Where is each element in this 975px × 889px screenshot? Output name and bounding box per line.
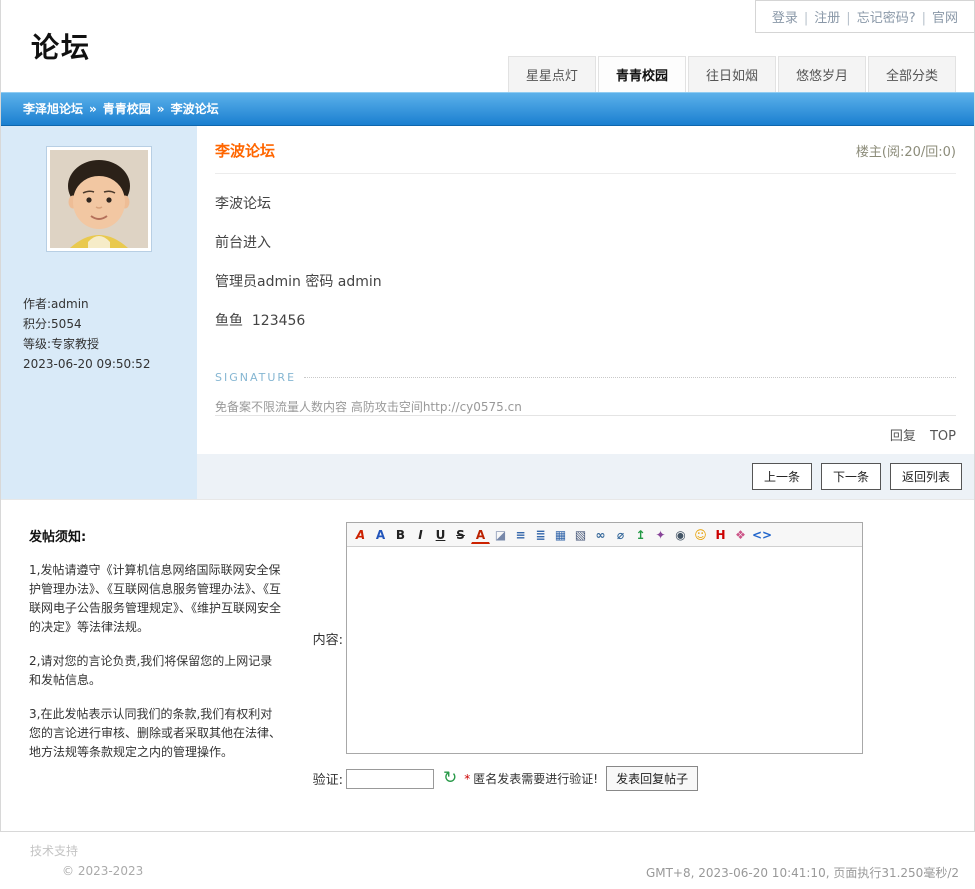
signature-label: SIGNATURE	[215, 371, 297, 384]
signature-text: 免备案不限流量人数内容 高防攻击空间http://cy0575.cn	[215, 400, 522, 414]
list-icon[interactable]: ≣	[531, 525, 550, 544]
sidebar-strip	[1, 454, 197, 499]
author-level: 等级:专家教授	[23, 337, 100, 351]
spellcheck-icon[interactable]: A	[351, 525, 370, 544]
tab-all-categories[interactable]: 全部分类	[867, 56, 956, 92]
post-body: 李波论坛 前台进入 管理员admin 密码 admin 鱼鱼 123456	[215, 174, 956, 349]
post-container: 作者:admin 积分:5054 等级:专家教授 2023-06-20 09:5…	[1, 126, 974, 500]
palette-icon[interactable]: ❖	[731, 525, 750, 544]
breadcrumb-separator: »	[156, 102, 165, 116]
back-to-list-button[interactable]: 返回列表	[889, 463, 962, 490]
strikethrough-icon[interactable]: S	[451, 525, 470, 544]
notice-title: 发帖须知:	[29, 530, 87, 545]
code-icon[interactable]: <>	[751, 525, 772, 544]
align-icon[interactable]: ≡	[511, 525, 530, 544]
upload-icon[interactable]: ↥	[631, 525, 650, 544]
post-body-line: 鱼鱼 123456	[215, 313, 306, 329]
post-meta: 楼主(阅:20/回:0)	[855, 145, 956, 160]
notice-paragraph: 1,发帖请遵守《计算机信息网络国际联网安全保护管理办法》、《互联网信息服务管理办…	[29, 563, 282, 634]
avatar-image	[50, 150, 148, 248]
tab-qingqing-xiaoyuan[interactable]: 青青校园	[597, 56, 686, 92]
posting-notice: 发帖须知: 1,发帖请遵守《计算机信息网络国际联网安全保护管理办法》、《互联网信…	[1, 518, 293, 791]
required-star: *	[464, 772, 471, 786]
underline-icon[interactable]: U	[431, 525, 450, 544]
breadcrumb-root-link[interactable]: 李泽旭论坛	[23, 102, 83, 116]
post-body-line: 李波论坛	[215, 196, 271, 212]
italic-icon[interactable]: I	[411, 525, 430, 544]
links-separator: |	[921, 11, 926, 26]
site-title: 论坛	[31, 31, 92, 64]
author-points: 积分:5054	[23, 317, 82, 331]
captcha-label: 验证:	[312, 773, 343, 788]
prev-post-button[interactable]: 上一条	[751, 463, 812, 490]
page-frame: 登录 | 注册 | 忘记密码? | 官网 论坛 星星点灯 青青校园 往日如烟 悠悠岁月 全部…	[0, 0, 975, 832]
copyright-text: © 2023-2023	[62, 864, 144, 878]
author-name: 作者:admin	[23, 297, 89, 311]
breadcrumb-section-link[interactable]: 青青校园	[103, 102, 151, 116]
breadcrumb: 李泽旭论坛 » 青青校园 » 李波论坛	[1, 92, 974, 126]
post-body-line: 前台进入	[215, 235, 271, 251]
forgot-password-link[interactable]: 忘记密码?	[857, 11, 916, 26]
pager-row: 上一条 下一条 返回列表	[1, 454, 974, 499]
post-content: 李波论坛 楼主(阅:20/回:0) 李波论坛 前台进入 管理员admin 密码 …	[197, 126, 974, 454]
post-body-line: 管理员admin 密码 admin	[215, 274, 382, 290]
post-actions: 回复 TOP	[215, 415, 956, 444]
login-link[interactable]: 登录	[772, 11, 798, 26]
link-icon[interactable]: ∞	[591, 525, 610, 544]
smiley-icon[interactable]: ☺	[691, 525, 710, 544]
media-icon[interactable]: ◉	[671, 525, 690, 544]
reply-form: 内容: A A B I U S A ◪ ≡ ≣ ▦ ▧ ∞ ⌀ ↥ ✦ ◉ ☺ …	[293, 518, 974, 791]
signature-dotted-line	[304, 377, 956, 378]
links-separator: |	[803, 11, 809, 26]
next-post-button[interactable]: 下一条	[820, 463, 881, 490]
submit-reply-button[interactable]: 发表回复帖子	[606, 766, 699, 791]
notice-paragraph: 3,在此发帖表示认同我们的条款,我们有权利对您的言论进行审核、删除或者采取其他在…	[29, 707, 282, 759]
post-date: 2023-06-20 09:50:52	[23, 357, 151, 371]
captcha-row: 验证: ↻ * 匿名发表需要进行验证! 发表回复帖子	[293, 766, 974, 791]
breadcrumb-separator: »	[89, 102, 97, 116]
font-color-icon[interactable]: A	[471, 525, 490, 544]
tab-xingxing-diandeng[interactable]: 星星点灯	[507, 56, 596, 92]
bold-icon[interactable]: B	[391, 525, 410, 544]
author-info: 作者:admin 积分:5054 等级:专家教授 2023-06-20 09:5…	[23, 294, 197, 374]
content-label: 内容:	[312, 632, 343, 648]
captcha-input[interactable]	[346, 768, 434, 789]
links-separator: |	[846, 11, 851, 26]
breadcrumb-current: 李波论坛	[170, 102, 219, 116]
author-sidebar: 作者:admin 积分:5054 等级:专家教授 2023-06-20 09:5…	[1, 126, 197, 454]
flash-icon[interactable]: ✦	[651, 525, 670, 544]
tech-support-text: 技术支持	[30, 844, 79, 858]
image-icon[interactable]: ▧	[571, 525, 590, 544]
captcha-refresh-icon[interactable]: ↻	[443, 770, 457, 787]
page-footer: 技术支持 © 2023-2023 GMT+8, 2023-06-20 10:41…	[0, 832, 975, 881]
register-link[interactable]: 注册	[814, 11, 840, 26]
post-title: 李波论坛	[215, 142, 276, 160]
server-time-info: GMT+8, 2023-06-20 10:41:10, 页面执行31.250毫秒…	[645, 866, 959, 880]
signature-divider: SIGNATURE	[215, 371, 956, 384]
html-icon[interactable]: H	[711, 525, 730, 544]
table-icon[interactable]: ▦	[551, 525, 570, 544]
account-links: 登录 | 注册 | 忘记密码? | 官网	[754, 0, 975, 33]
reply-section: 发帖须知: 1,发帖请遵守《计算机信息网络国际联网安全保护管理办法》、《互联网信…	[1, 500, 974, 831]
official-site-link[interactable]: 官网	[932, 11, 958, 26]
reply-link[interactable]: 回复	[890, 429, 916, 444]
category-tabs: 星星点灯 青青校园 往日如烟 悠悠岁月 全部分类	[506, 56, 956, 92]
reply-content-input[interactable]	[347, 547, 862, 753]
captcha-hint: * 匿名发表需要进行验证!	[464, 770, 598, 787]
avatar	[46, 146, 152, 252]
top-link[interactable]: TOP	[930, 429, 956, 444]
captcha-hint-text: 匿名发表需要进行验证!	[473, 772, 599, 786]
eraser-icon[interactable]: ◪	[491, 525, 510, 544]
font-icon[interactable]: A	[371, 525, 390, 544]
tab-wangri-ruyan[interactable]: 往日如烟	[687, 56, 776, 92]
tab-youyou-suiyue[interactable]: 悠悠岁月	[777, 56, 866, 92]
editor-toolbar: A A B I U S A ◪ ≡ ≣ ▦ ▧ ∞ ⌀ ↥ ✦ ◉ ☺ H ❖ …	[347, 523, 862, 547]
notice-paragraph: 2,请对您的言论负责,我们将保留您的上网记录和发帖信息。	[29, 654, 273, 687]
rich-text-editor: A A B I U S A ◪ ≡ ≣ ▦ ▧ ∞ ⌀ ↥ ✦ ◉ ☺ H ❖ …	[346, 522, 863, 754]
unlink-icon[interactable]: ⌀	[611, 525, 630, 544]
